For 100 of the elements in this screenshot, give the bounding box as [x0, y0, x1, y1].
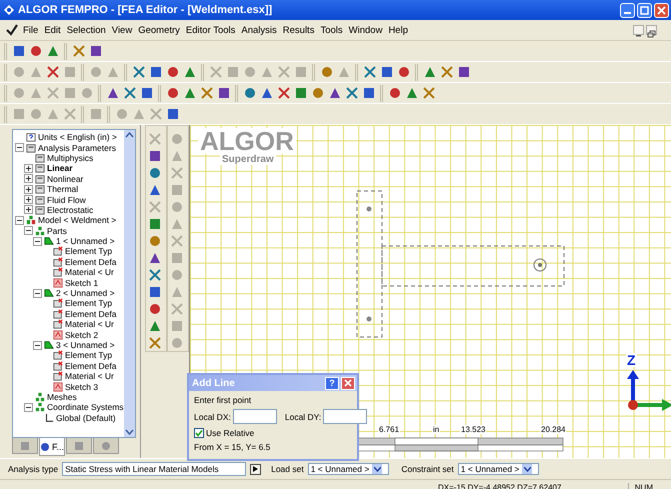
close-button[interactable]	[654, 2, 669, 18]
tree-item[interactable]: Element Defa	[65, 256, 116, 267]
tree-item[interactable]: Element Typ	[65, 350, 112, 360]
tree-item[interactable]: Meshes	[47, 392, 77, 402]
plus-icon	[25, 186, 32, 193]
analysis-type-field[interactable]: Static Stress with Linear Material Models	[62, 462, 246, 476]
menu-item[interactable]: File	[20, 24, 42, 36]
dialog-title: Add Line	[192, 378, 236, 388]
checkmark-icon	[6, 24, 18, 36]
axis-icon	[44, 412, 54, 423]
panel-tab[interactable]: F...	[39, 438, 65, 456]
panel-icon	[26, 142, 36, 153]
tree-item[interactable]: Multiphysics	[47, 152, 94, 163]
tree-item[interactable]: Material < Ur	[65, 319, 114, 330]
tree-item[interactable]: 1 < Unnamed >	[56, 236, 115, 246]
tree-item[interactable]: Global (Default)	[56, 412, 116, 423]
ruler-label: in	[432, 425, 440, 434]
expander-toggle[interactable]	[24, 164, 33, 173]
tree-item[interactable]: Analysis Parameters	[38, 142, 116, 153]
expander-toggle[interactable]	[33, 340, 42, 350]
menu-item[interactable]: Results	[280, 24, 318, 36]
element-icon	[53, 319, 63, 330]
expander-toggle[interactable]	[24, 226, 33, 236]
menu-item[interactable]: Tools	[317, 24, 346, 36]
constraint-set-dropdown[interactable]: 1 < Unnamed >	[458, 463, 540, 475]
close-button[interactable]	[341, 376, 355, 390]
expander-toggle[interactable]	[24, 195, 33, 204]
tree-item[interactable]: Element Typ	[65, 298, 112, 308]
menu-item[interactable]: Edit	[41, 24, 64, 36]
load-set-dropdown[interactable]: 1 < Unnamed >	[308, 463, 390, 475]
ruler-label: 6.761	[378, 425, 400, 434]
tree-item[interactable]: 2 < Unnamed >	[56, 288, 115, 298]
help-button[interactable]: ?	[325, 376, 339, 390]
maximize-button[interactable]	[637, 2, 652, 18]
expander-toggle[interactable]	[24, 174, 33, 184]
expander-toggle[interactable]	[24, 205, 33, 214]
tree-item[interactable]: Element Typ	[65, 246, 112, 256]
expander-toggle[interactable]	[33, 236, 42, 246]
panel-tab[interactable]	[93, 438, 119, 454]
panel-icon	[35, 174, 45, 184]
restore-icon	[647, 30, 656, 38]
tree-item[interactable]: Element Defa	[65, 360, 116, 371]
tree-item[interactable]: Parts	[47, 226, 67, 236]
expander-toggle[interactable]	[15, 216, 24, 225]
part-icon	[44, 288, 54, 298]
input-field[interactable]	[323, 409, 368, 424]
tree-item[interactable]: Electrostatic	[47, 204, 94, 215]
tree-item[interactable]: Units < English (in) >	[38, 132, 117, 142]
axis-label: Z	[626, 353, 637, 367]
prompt-text: Enter first point	[194, 395, 252, 405]
tree-item[interactable]: Element Defa	[65, 308, 116, 319]
field-label: Constraint set	[401, 464, 454, 474]
element-icon	[53, 298, 63, 308]
restore-button[interactable]	[646, 25, 657, 35]
expander-toggle[interactable]	[24, 184, 33, 194]
units-icon	[26, 132, 36, 142]
tree-item[interactable]: 3 < Unnamed >	[56, 340, 115, 350]
scrollbar[interactable]	[124, 130, 135, 437]
panel-icon	[35, 152, 45, 163]
element-icon	[53, 256, 63, 267]
menu-item[interactable]: Help	[385, 24, 411, 36]
minimize-icon	[624, 12, 631, 14]
menu-item[interactable]: Window	[346, 24, 386, 36]
panel-tab[interactable]	[12, 438, 38, 454]
tree-item[interactable]: Model < Weldment >	[38, 215, 116, 226]
menu-item[interactable]: Geometry	[135, 24, 183, 36]
tree-item[interactable]: Sketch 3	[65, 382, 98, 392]
input-field[interactable]	[232, 409, 277, 424]
element-icon	[53, 308, 63, 319]
menu-item[interactable]: Editor Tools	[182, 24, 238, 36]
point-marker	[366, 206, 372, 212]
checkbox[interactable]	[194, 428, 204, 438]
point-marker	[366, 316, 372, 322]
tree-item[interactable]: Material < Ur	[65, 371, 114, 382]
menu-item[interactable]: View	[108, 24, 136, 36]
panel-tab[interactable]	[66, 438, 92, 454]
tree-item[interactable]: Fluid Flow	[47, 194, 86, 205]
plus-icon	[25, 175, 32, 182]
tree-item[interactable]: Thermal	[47, 184, 78, 194]
hierarchy-icon	[35, 392, 45, 402]
tree-item[interactable]: Nonlinear	[47, 174, 84, 184]
tree-item[interactable]: Sketch 1	[65, 278, 98, 288]
sketch-icon	[53, 330, 63, 340]
tree-item[interactable]: Material < Ur	[65, 267, 114, 278]
tree-item[interactable]: Sketch 2	[65, 330, 98, 340]
tree-item[interactable]: Coordinate Systems	[47, 402, 124, 412]
arrow-button[interactable]	[250, 464, 262, 474]
plus-icon	[25, 164, 32, 172]
panel-icon	[35, 194, 45, 205]
menu-item[interactable]: Analysis	[238, 24, 280, 36]
expander-toggle[interactable]	[24, 402, 33, 412]
axis-triad	[627, 370, 671, 411]
ruler-label: 20.284	[540, 425, 566, 434]
model-icon	[26, 215, 36, 226]
expander-toggle[interactable]	[33, 288, 42, 298]
tree-item[interactable]: Linear	[47, 163, 73, 174]
panel-icon	[35, 163, 45, 174]
menu-item[interactable]: Selection	[64, 24, 109, 36]
caret-icon	[374, 466, 381, 472]
expander-toggle[interactable]	[15, 143, 24, 152]
